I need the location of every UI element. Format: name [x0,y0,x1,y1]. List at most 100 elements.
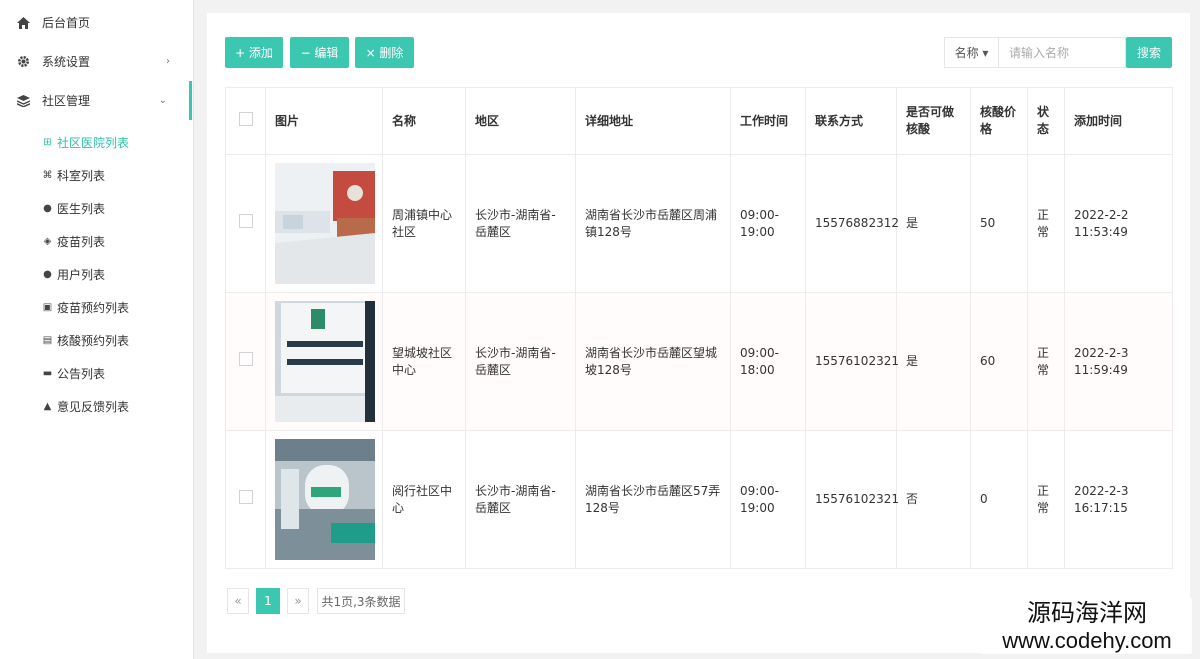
select-all-checkbox[interactable] [238,111,253,126]
sub-item-notices[interactable]: ▬ 公告列表 [42,357,105,390]
row-checkbox[interactable] [238,214,253,228]
sub-item-vaccine-appointments[interactable]: ▣ 疫苗预约列表 [42,291,129,324]
region-cell: 长沙市-湖南省-岳麓区 [465,292,576,431]
search-field-select[interactable]: 名称 ▾ [944,37,999,68]
add-button[interactable]: + 添加 [225,37,283,68]
chevron-right-icon: › [166,56,170,67]
pill-icon: ◈ [43,236,52,247]
nav-item-label: 后台首页 [42,16,91,30]
row-checkbox[interactable] [238,352,253,366]
watermark: 源码海洋网 www.codehy.com [982,598,1192,654]
sub-item-users[interactable]: ● 用户列表 [42,258,105,291]
address-cell: 湖南省长沙市岳麓区望城坡128号 [575,292,731,431]
name-cell: 周浦镇中心社区 [382,154,466,293]
hospital-table: 图片 名称 地区 详细地址 工作时间 联系方式 是否可做核酸 核酸价格 状态 添… [225,87,1173,569]
column-header: 详细地址 [575,87,731,155]
hours-cell: 09:00-18:00 [730,292,806,431]
row-select-cell [225,154,266,293]
hours-cell: 09:00-19:00 [730,154,806,293]
pagination-summary: 共1页,3条数据 [317,588,405,614]
phone-cell: 15576102321 [805,430,899,569]
sub-item-label: 科室列表 [57,169,106,183]
hospital-photo [275,163,375,284]
gear-icon [16,55,30,69]
column-header: 状态 [1027,87,1065,155]
column-header: 是否可做核酸 [896,87,971,155]
sidebar: 后台首页 系统设置 › 社区管理 ⌄ ⊞ 社区医院列表 ⌘ 科室列表 ● 医生列… [0,0,194,659]
price-cell: 50 [970,154,1028,293]
column-header: 添加时间 [1064,87,1173,155]
chevron-down-icon: ⌄ [158,95,167,106]
region-cell: 长沙市-湖南省-岳麓区 [465,430,576,569]
address-cell: 湖南省长沙市岳麓区57弄128号 [575,430,731,569]
image-cell [265,292,383,431]
warning-icon: ▲ [43,401,52,412]
name-cell: 阅行社区中心 [382,430,466,569]
sub-item-vaccines[interactable]: ◈ 疫苗列表 [42,225,105,258]
phone-cell: 15576882312 [805,154,899,293]
id-card-icon: ▤ [42,335,53,346]
column-header: 地区 [465,87,576,155]
sub-item-nucleic-appointments[interactable]: ▤ 核酸预约列表 [42,324,129,357]
delete-button[interactable]: × 删除 [355,37,414,68]
select-all-cell [225,87,266,155]
search-input[interactable]: 请输入名称 [999,37,1126,68]
region-cell: 长沙市-湖南省-岳麓区 [465,154,576,293]
prev-page-button[interactable]: « [227,588,249,614]
image-cell [265,430,383,569]
next-page-button[interactable]: » [287,588,309,614]
added-time-cell: 2022-2-3 11:59:49 [1064,292,1173,431]
sub-item-doctors[interactable]: ● 医生列表 [42,192,105,225]
hospital-photo [275,301,375,422]
nav-item-community-management[interactable]: 社区管理 ⌄ [0,81,192,120]
sub-item-departments[interactable]: ⌘ 科室列表 [42,159,106,192]
command-icon: ⌘ [42,170,53,181]
image-cell [265,154,383,293]
sub-item-label: 疫苗列表 [57,235,106,249]
user-circle-icon: ● [43,203,52,214]
hospital-photo [275,439,375,560]
column-header: 联系方式 [805,87,897,155]
status-cell: 正常 [1027,154,1065,293]
sub-item-label: 疫苗预约列表 [57,301,130,315]
added-time-cell: 2022-2-2 11:53:49 [1064,154,1173,293]
main-panel: + 添加 − 编辑 × 删除 名称 ▾ 请输入名称 搜索 图片 名称 地区 详细… [207,13,1190,653]
sub-item-label: 医生列表 [57,202,106,216]
sub-item-label: 核酸预约列表 [57,334,130,348]
table-row: 周浦镇中心社区 长沙市-湖南省-岳麓区 湖南省长沙市岳麓区周浦镇128号 09:… [225,154,1173,293]
sub-item-label: 意见反馈列表 [57,400,130,414]
sub-item-label: 社区医院列表 [57,136,130,150]
layers-icon [16,94,30,108]
price-cell: 60 [970,292,1028,431]
sub-item-community-hospitals[interactable]: ⊞ 社区医院列表 [42,126,129,159]
nucleic-cell: 否 [896,430,971,569]
row-checkbox[interactable] [238,490,253,504]
nav-item-home[interactable]: 后台首页 [0,3,192,42]
sub-item-feedback[interactable]: ▲ 意见反馈列表 [42,390,129,423]
notice-icon: ▬ [42,368,53,379]
added-time-cell: 2022-2-3 16:17:15 [1064,430,1173,569]
user-circle-icon: ● [43,269,52,280]
nucleic-cell: 是 [896,154,971,293]
page-1-button[interactable]: 1 [256,588,280,614]
name-cell: 望城坡社区中心 [382,292,466,431]
address-cell: 湖南省长沙市岳麓区周浦镇128号 [575,154,731,293]
watermark-url: www.codehy.com [1002,628,1172,653]
home-icon [16,16,30,30]
sub-item-label: 用户列表 [57,268,106,282]
list-box-icon: ▣ [42,302,53,313]
sub-item-label: 公告列表 [57,367,106,381]
column-header: 图片 [265,87,383,155]
column-header: 核酸价格 [970,87,1028,155]
phone-cell: 15576102321 [805,292,899,431]
status-cell: 正常 [1027,430,1065,569]
column-header: 工作时间 [730,87,806,155]
column-header: 名称 [382,87,466,155]
watermark-title: 源码海洋网 [1027,599,1147,627]
row-select-cell [225,292,266,431]
nav-item-system-settings[interactable]: 系统设置 › [0,42,192,81]
edit-button[interactable]: − 编辑 [290,37,349,68]
table-row: 望城坡社区中心 长沙市-湖南省-岳麓区 湖南省长沙市岳麓区望城坡128号 09:… [225,292,1173,431]
nav-item-label: 系统设置 [42,55,91,69]
search-button[interactable]: 搜索 [1126,37,1172,68]
